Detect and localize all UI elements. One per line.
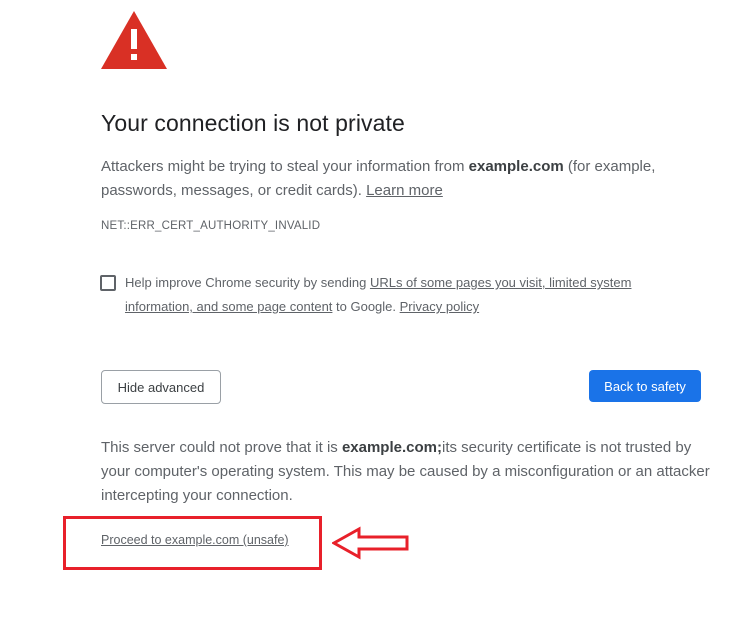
optin-text: Help improve Chrome security by sending …: [125, 271, 645, 319]
privacy-policy-link[interactable]: Privacy policy: [400, 299, 479, 314]
optin-checkbox[interactable]: [100, 275, 116, 291]
warning-triangle-icon: [101, 11, 167, 69]
intro-text-part1: Attackers might be trying to steal your …: [101, 158, 469, 175]
proceed-unsafe-link[interactable]: Proceed to example.com (unsafe): [101, 533, 289, 547]
page-title: Your connection is not private: [101, 110, 405, 136]
optin-text-part1: Help improve Chrome security by sending: [125, 275, 370, 290]
hide-advanced-button[interactable]: Hide advanced: [101, 370, 221, 404]
intro-domain: example.com: [468, 158, 564, 175]
learn-more-link[interactable]: Learn more: [366, 182, 443, 199]
left-arrow-icon: [332, 526, 409, 560]
interstitial-page: Your connection is not private Attackers…: [0, 0, 740, 621]
details-text-part1: This server could not prove that it is: [101, 439, 342, 456]
error-code: NET::ERR_CERT_AUTHORITY_INVALID: [101, 220, 321, 232]
back-to-safety-button[interactable]: Back to safety: [589, 370, 701, 402]
optin-text-part2: to Google.: [332, 299, 400, 314]
intro-text: Attackers might be trying to steal your …: [101, 155, 701, 203]
details-domain: example.com;: [341, 439, 442, 456]
advanced-details-text: This server could not prove that it is e…: [101, 436, 711, 508]
